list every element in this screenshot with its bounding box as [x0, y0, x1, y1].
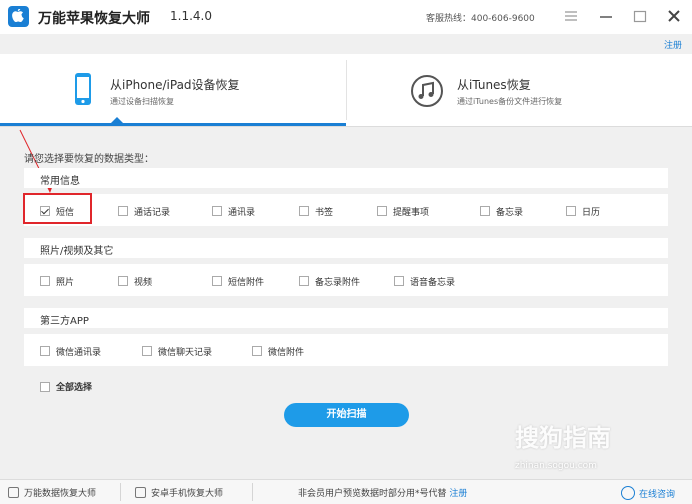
option-sms-attachments[interactable]: 短信附件 — [212, 274, 264, 288]
option-bookmarks[interactable]: 书签 — [299, 204, 333, 218]
option-notes[interactable]: 备忘录 — [480, 204, 523, 218]
section-common-title: 常用信息 — [40, 176, 80, 187]
checkbox-icon[interactable] — [212, 206, 222, 216]
data-type-prompt: 请您选择要恢复的数据类型： — [24, 154, 154, 165]
footer-data-recovery-link[interactable]: 万能数据恢复大师 — [8, 486, 96, 499]
option-notes-attachments[interactable]: 备忘录附件 — [299, 274, 360, 288]
option-call-log[interactable]: 通话记录 — [118, 204, 170, 218]
highlight-box — [23, 193, 92, 224]
checkbox-icon[interactable] — [252, 346, 262, 356]
checkbox-icon[interactable] — [118, 276, 128, 286]
section-thirdparty-options: 微信通讯录 微信聊天记录 微信附件 — [24, 334, 668, 366]
checkbox-icon[interactable] — [40, 346, 50, 356]
option-videos[interactable]: 视频 — [118, 274, 152, 288]
checkbox-icon[interactable] — [299, 206, 309, 216]
checkbox-icon[interactable] — [212, 276, 222, 286]
section-media-title: 照片/视频及其它 — [40, 246, 114, 257]
option-voice-memos[interactable]: 语音备忘录 — [394, 274, 455, 288]
watermark-url: zhinan.sogou.com — [515, 461, 597, 471]
data-recovery-icon — [8, 487, 19, 498]
section-common-options: 短信 通话记录 通讯录 书签 提醒事项 备忘录 日历 — [24, 194, 668, 226]
option-reminders[interactable]: 提醒事项 — [377, 204, 429, 218]
section-thirdparty-title: 第三方APP — [40, 316, 89, 327]
checkbox-icon[interactable] — [394, 276, 404, 286]
footer-separator — [252, 483, 253, 501]
footer-register-link[interactable]: 注册 — [449, 486, 467, 499]
user-consult-icon — [621, 486, 635, 500]
checkbox-icon[interactable] — [118, 206, 128, 216]
option-wechat-attachments[interactable]: 微信附件 — [252, 344, 304, 358]
option-photos[interactable]: 照片 — [40, 274, 74, 288]
checkbox-icon[interactable] — [40, 276, 50, 286]
start-scan-button[interactable]: 开始扫描 — [284, 403, 409, 427]
android-recovery-icon — [135, 487, 146, 498]
option-contacts[interactable]: 通讯录 — [212, 204, 255, 218]
checkbox-icon[interactable] — [377, 206, 387, 216]
option-calendar[interactable]: 日历 — [566, 204, 600, 218]
checkbox-icon[interactable] — [566, 206, 576, 216]
checkbox-icon[interactable] — [40, 381, 50, 392]
watermark-brand: 搜狗指南 — [515, 424, 611, 452]
option-wechat-chats[interactable]: 微信聊天记录 — [142, 344, 212, 358]
checkbox-icon[interactable] — [480, 206, 490, 216]
section-media-options: 照片 视频 短信附件 备忘录附件 语音备忘录 — [24, 264, 668, 296]
section-common-header: 常用信息 — [24, 168, 668, 188]
section-media-header: 照片/视频及其它 — [24, 238, 668, 258]
section-thirdparty-header: 第三方APP — [24, 308, 668, 328]
checkbox-icon[interactable] — [299, 276, 309, 286]
footer-android-recovery-link[interactable]: 安卓手机恢复大师 — [135, 486, 223, 499]
select-all-checkbox[interactable]: 全部选择 — [40, 380, 92, 393]
online-consult-button[interactable]: 在线咨询 — [621, 486, 675, 500]
footer-notice: 非会员用户预览数据时部分用*号代替 注册 — [298, 486, 467, 499]
footer-bar: 万能数据恢复大师 安卓手机恢复大师 非会员用户预览数据时部分用*号代替 注册 在… — [0, 479, 692, 504]
footer-separator — [120, 483, 121, 501]
checkbox-icon[interactable] — [142, 346, 152, 356]
option-wechat-contacts[interactable]: 微信通讯录 — [40, 344, 101, 358]
